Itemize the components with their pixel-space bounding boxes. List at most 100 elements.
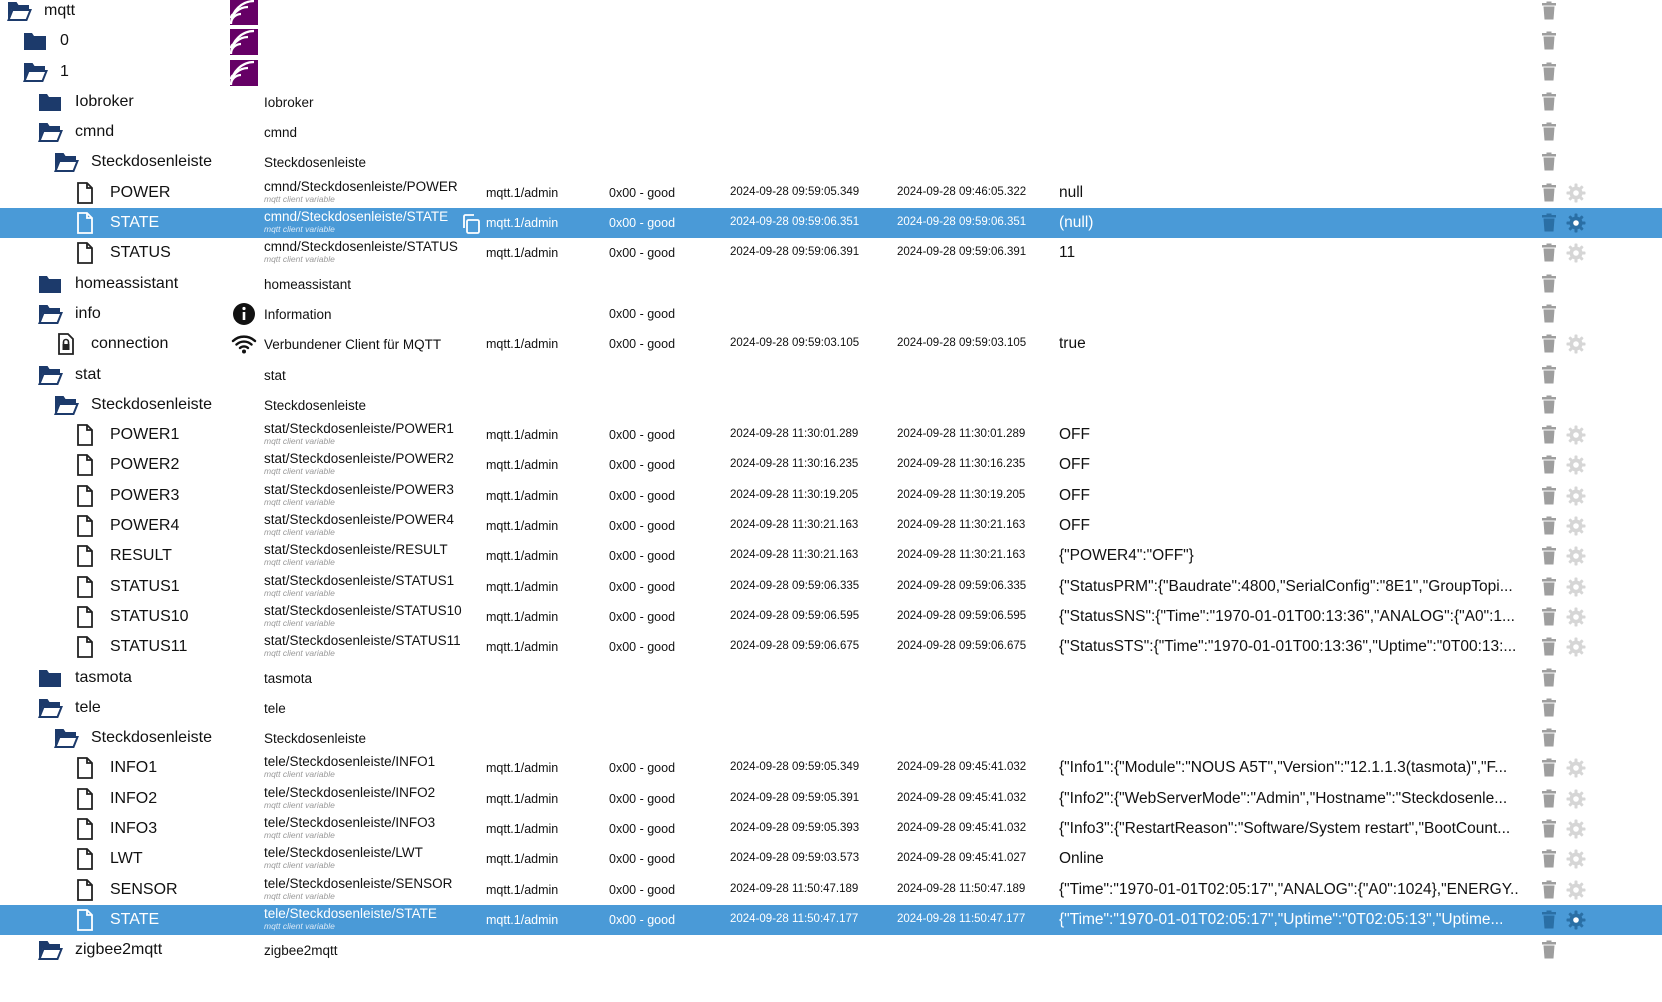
value-cell[interactable]: {"Time":"1970-01-01T02:05:17","ANALOG":{… <box>1059 881 1519 899</box>
tree-item-name[interactable]: POWER <box>110 184 170 202</box>
gear-icon[interactable] <box>1566 819 1586 839</box>
gear-icon[interactable] <box>1566 334 1586 354</box>
trash-icon[interactable] <box>1540 789 1558 809</box>
tree-row-1[interactable]: 1 <box>0 57 1662 87</box>
tree-item-name[interactable]: POWER4 <box>110 517 179 535</box>
tree-item-name[interactable]: 1 <box>60 63 69 81</box>
gear-icon[interactable] <box>1566 880 1586 900</box>
state-lock-icon[interactable] <box>53 332 79 356</box>
object-id[interactable]: stat/Steckdosenleiste/RESULT mqtt client … <box>264 542 448 567</box>
tree-item-name[interactable]: Iobroker <box>75 93 134 111</box>
trash-icon[interactable] <box>1540 455 1558 475</box>
tree-row-status1[interactable]: STATUS1 stat/Steckdosenleiste/STATUS1 mqtt… <box>0 572 1662 602</box>
tree-item-name[interactable]: INFO2 <box>110 790 157 808</box>
value-cell[interactable]: OFF <box>1059 426 1090 444</box>
tree-row-info2[interactable]: INFO2 tele/Steckdosenleiste/INFO2 mqtt cli… <box>0 784 1662 814</box>
tree-item-name[interactable]: INFO3 <box>110 820 157 838</box>
trash-icon[interactable] <box>1540 274 1558 294</box>
object-id[interactable]: stat/Steckdosenleiste/POWER1 mqtt client … <box>264 421 454 446</box>
tree-item-name[interactable]: zigbee2mqtt <box>75 941 162 959</box>
tree-item-name[interactable]: tele <box>75 699 101 717</box>
tree-row-iobroker[interactable]: Iobroker Iobroker <box>0 87 1662 117</box>
tree-row-0[interactable]: 0 <box>0 26 1662 56</box>
tree-row-power3[interactable]: POWER3 stat/Steckdosenleiste/POWER3 mqtt c… <box>0 481 1662 511</box>
tree-row-cmnd[interactable]: cmnd cmnd <box>0 117 1662 147</box>
trash-icon[interactable] <box>1540 213 1558 233</box>
gear-icon[interactable] <box>1566 849 1586 869</box>
tree-row-mqtt[interactable]: mqtt <box>0 0 1662 26</box>
tree-row-state[interactable]: STATE cmnd/Steckdosenleiste/STATE mqtt cli… <box>0 208 1662 239</box>
trash-icon[interactable] <box>1540 243 1558 263</box>
tree-item-name[interactable]: STATUS11 <box>110 638 187 656</box>
tree-row-power[interactable]: POWER cmnd/Steckdosenleiste/POWER mqtt cli… <box>0 178 1662 208</box>
tree-item-name[interactable]: STATUS <box>110 244 171 262</box>
value-cell[interactable]: {"StatusPRM":{"Baudrate":4800,"SerialCon… <box>1059 578 1513 596</box>
file-icon[interactable] <box>72 211 98 235</box>
tree-item-name[interactable]: 0 <box>60 32 69 50</box>
tree-row-tasmota[interactable]: tasmota tasmota <box>0 663 1662 693</box>
tree-row-status11[interactable]: STATUS11 stat/Steckdosenleiste/STATUS11 mq… <box>0 632 1662 662</box>
object-id[interactable]: stat/Steckdosenleiste/POWER4 mqtt client … <box>264 512 454 537</box>
file-icon[interactable] <box>72 756 98 780</box>
trash-icon[interactable] <box>1540 122 1558 142</box>
tree-item-name[interactable]: homeassistant <box>75 275 178 293</box>
folder-open-icon[interactable] <box>37 696 63 720</box>
copy-icon[interactable] <box>460 213 482 235</box>
value-cell[interactable]: {"Time":"1970-01-01T02:05:17","Uptime":"… <box>1059 911 1503 929</box>
folder-icon[interactable] <box>37 272 63 296</box>
object-id[interactable]: tele/Steckdosenleiste/SENSOR mqtt client … <box>264 876 452 901</box>
file-icon[interactable] <box>72 817 98 841</box>
tree-row-status10[interactable]: STATUS10 stat/Steckdosenleiste/STATUS10 mq… <box>0 602 1662 632</box>
object-id[interactable]: stat/Steckdosenleiste/STATUS1 mqtt client… <box>264 573 454 598</box>
folder-open-icon[interactable] <box>37 938 63 962</box>
file-icon[interactable] <box>72 453 98 477</box>
folder-open-icon[interactable] <box>6 0 32 23</box>
object-id[interactable]: tele/Steckdosenleiste/INFO2 mqtt client v… <box>264 785 435 810</box>
tree-row-stat[interactable]: stat stat <box>0 360 1662 390</box>
tree-row-sensor[interactable]: SENSOR tele/Steckdosenleiste/SENSOR mqtt c… <box>0 875 1662 905</box>
tree-row-result[interactable]: RESULT stat/Steckdosenleiste/RESULT mqtt c… <box>0 541 1662 571</box>
folder-icon[interactable] <box>22 29 48 53</box>
trash-icon[interactable] <box>1540 92 1558 112</box>
folder-open-icon[interactable] <box>37 363 63 387</box>
gear-icon[interactable] <box>1566 486 1586 506</box>
trash-icon[interactable] <box>1540 31 1558 51</box>
object-id[interactable]: tele/Steckdosenleiste/INFO3 mqtt client v… <box>264 815 435 840</box>
tree-item-name[interactable]: STATUS10 <box>110 608 189 626</box>
folder-open-icon[interactable] <box>53 726 79 750</box>
tree-row-info3[interactable]: INFO3 tele/Steckdosenleiste/INFO3 mqtt cli… <box>0 814 1662 844</box>
gear-icon[interactable] <box>1566 516 1586 536</box>
value-cell[interactable]: 11 <box>1059 244 1075 262</box>
tree-row-steckdosenleiste[interactable]: Steckdosenleiste Steckdosenleiste <box>0 147 1662 177</box>
value-cell[interactable]: {"Info1":{"Module":"NOUS A5T","Version":… <box>1059 759 1507 777</box>
tree-item-name[interactable]: info <box>75 305 101 323</box>
tree-item-name[interactable]: mqtt <box>44 2 75 20</box>
tree-item-name[interactable]: INFO1 <box>110 759 157 777</box>
value-cell[interactable]: {"Info2":{"WebServerMode":"Admin","Hostn… <box>1059 790 1507 808</box>
trash-icon[interactable] <box>1540 152 1558 172</box>
gear-icon[interactable] <box>1566 789 1586 809</box>
trash-icon[interactable] <box>1540 395 1558 415</box>
trash-icon[interactable] <box>1540 304 1558 324</box>
folder-open-icon[interactable] <box>22 60 48 84</box>
value-cell[interactable]: (null) <box>1059 214 1093 232</box>
tree-row-homeassistant[interactable]: homeassistant homeassistant <box>0 269 1662 299</box>
tree-row-power4[interactable]: POWER4 stat/Steckdosenleiste/POWER4 mqtt c… <box>0 511 1662 541</box>
trash-icon[interactable] <box>1540 728 1558 748</box>
trash-icon[interactable] <box>1540 880 1558 900</box>
folder-icon[interactable] <box>37 666 63 690</box>
object-id[interactable]: tele/Steckdosenleiste/STATE mqtt client v… <box>264 906 437 931</box>
trash-icon[interactable] <box>1540 577 1558 597</box>
value-cell[interactable]: null <box>1059 184 1083 202</box>
folder-open-icon[interactable] <box>53 393 79 417</box>
trash-icon[interactable] <box>1540 62 1558 82</box>
trash-icon[interactable] <box>1540 546 1558 566</box>
value-cell[interactable]: {"Info3":{"RestartReason":"Software/Syst… <box>1059 820 1510 838</box>
value-cell[interactable]: {"StatusSTS":{"Time":"1970-01-01T00:13:3… <box>1059 638 1516 656</box>
trash-icon[interactable] <box>1540 849 1558 869</box>
object-id[interactable]: stat/Steckdosenleiste/POWER2 mqtt client … <box>264 451 454 476</box>
object-id[interactable]: stat/Steckdosenleiste/STATUS10 mqtt clien… <box>264 603 462 628</box>
object-id[interactable]: stat/Steckdosenleiste/STATUS11 mqtt clien… <box>264 633 461 658</box>
file-icon[interactable] <box>72 423 98 447</box>
value-cell[interactable]: OFF <box>1059 456 1090 474</box>
